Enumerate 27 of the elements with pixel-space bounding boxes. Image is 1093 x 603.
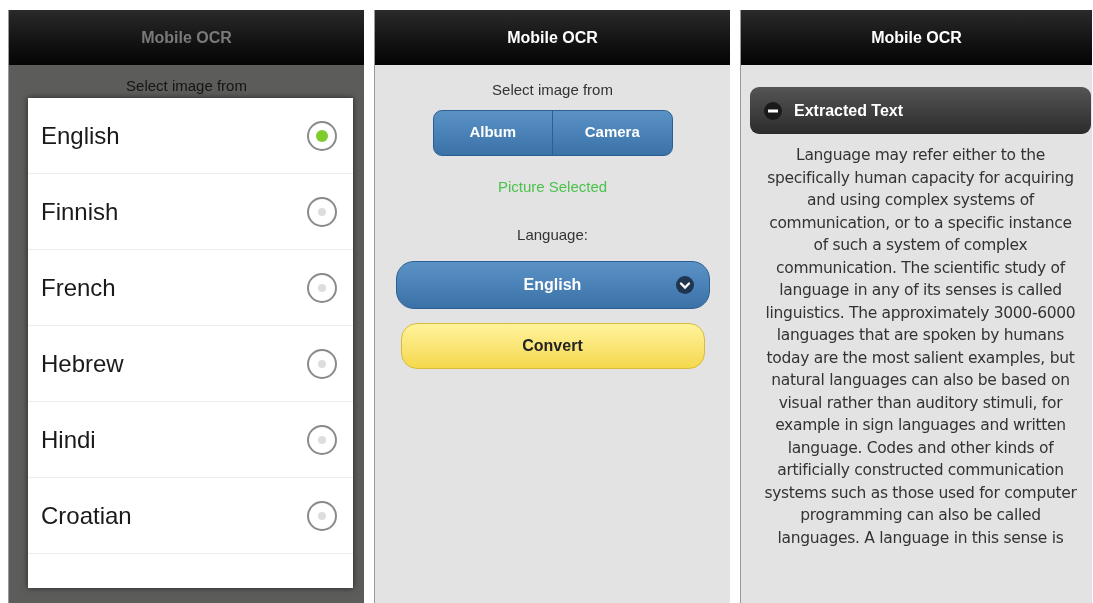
app-title: Mobile OCR [141,27,232,48]
minus-icon [764,101,782,120]
app-title: Mobile OCR [507,27,598,48]
collapsible-header[interactable]: Extracted Text [750,87,1091,134]
language-option[interactable]: Croatian [28,478,353,554]
status-message: Picture Selected [497,176,608,197]
radio-button[interactable] [307,196,337,227]
source-label: Select image from [492,80,613,100]
radio-button[interactable] [307,348,337,379]
convert-button[interactable]: Convert [400,322,705,369]
chevron-down-icon [674,274,695,295]
radio-button[interactable] [307,272,337,303]
language-option[interactable]: English [28,98,353,174]
language-option[interactable]: Hebrew [28,326,353,402]
language-option[interactable]: French [28,250,353,326]
background-label: Select image from [126,77,247,95]
radio-button[interactable] [307,120,337,151]
radio-button[interactable] [307,500,337,531]
language-label: Language: [517,225,588,245]
app-title: Mobile OCR [871,27,962,48]
source-button[interactable]: Camera [552,110,672,155]
language-option[interactable]: Hindi [28,402,353,478]
extracted-text: Language may refer either to the specifically human capacity for acquiring and using complex systems of communication, or to a specific instance of such a system of complex communication. The scientific study of language in any of its senses is called linguistics. The approximately 3000-6000 languages that are spoken by humans today are the most salient examples, but natural languages can also be based on visual rather than auditory stimuli, for example in sign languages and written language. Codes and other kinds of artificially constructed communication systems such as those used for computer programming can also be called languages. A language in this sense is [763,145,1078,549]
source-button[interactable]: Album [433,110,552,155]
radio-button[interactable] [307,424,337,455]
language-option[interactable]: Finnish [28,174,353,250]
language-dropdown[interactable]: English [395,260,710,309]
